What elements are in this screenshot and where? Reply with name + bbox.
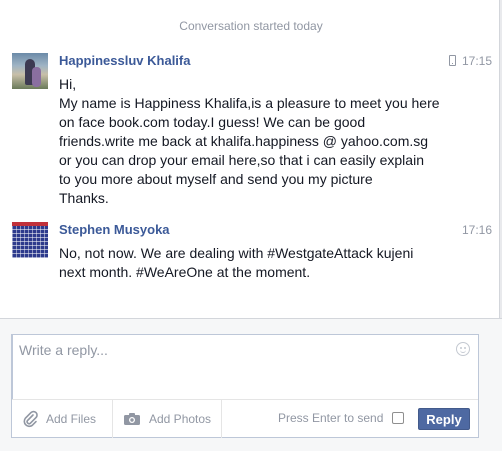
sender-name[interactable]: Happinessluv Khalifa — [59, 53, 190, 68]
time-text: 17:16 — [461, 223, 492, 237]
camera-icon — [123, 412, 141, 426]
message-line: No, not now. We are dealing with #Westga… — [59, 245, 414, 261]
message-time: 17:16 — [462, 223, 492, 237]
press-enter-checkbox[interactable] — [392, 412, 404, 424]
message-body: No, not now. We are dealing with #Westga… — [59, 244, 439, 282]
reply-button[interactable]: Reply — [418, 408, 470, 430]
composer-toolbar: Add Files Add Photos Press Enter to send… — [12, 399, 478, 438]
avatar[interactable] — [12, 222, 48, 258]
message-time: 17:15 — [448, 54, 492, 68]
sender-name[interactable]: Stephen Musyoka — [59, 222, 170, 237]
reply-composer: Add Files Add Photos Press Enter to send… — [11, 334, 479, 438]
message-line: Thanks. — [59, 190, 109, 206]
message-line: friends.write me back at khalifa.happine… — [59, 133, 429, 149]
avatar[interactable] — [12, 53, 48, 89]
conversation-started-label: Conversation started today — [179, 19, 323, 33]
emoji-icon[interactable] — [456, 342, 470, 356]
message-line: Hi, — [59, 76, 77, 92]
add-photos-label: Add Photos — [149, 412, 212, 426]
message-line: My name is Happiness Khalifa,is a pleasu… — [59, 95, 440, 111]
reply-input[interactable] — [12, 335, 478, 399]
message-body: Hi, My name is Happiness Khalifa,is a pl… — [59, 75, 440, 208]
paperclip-icon — [22, 410, 38, 428]
message-line: on face book.com today.I guess! We can b… — [59, 114, 366, 130]
mobile-icon — [448, 55, 456, 66]
press-enter-label: Press Enter to send — [278, 411, 384, 425]
message-line: to you more about myself and send you my… — [59, 171, 373, 187]
add-files-label: Add Files — [46, 412, 97, 426]
message-line: or you can drop your email here,so that … — [59, 152, 424, 168]
message-line: next month. #WeAreOne at the moment. — [59, 264, 311, 280]
add-photos-button[interactable]: Add Photos — [112, 400, 222, 438]
add-files-button[interactable]: Add Files — [22, 400, 96, 438]
time-text: 17:15 — [461, 54, 492, 68]
